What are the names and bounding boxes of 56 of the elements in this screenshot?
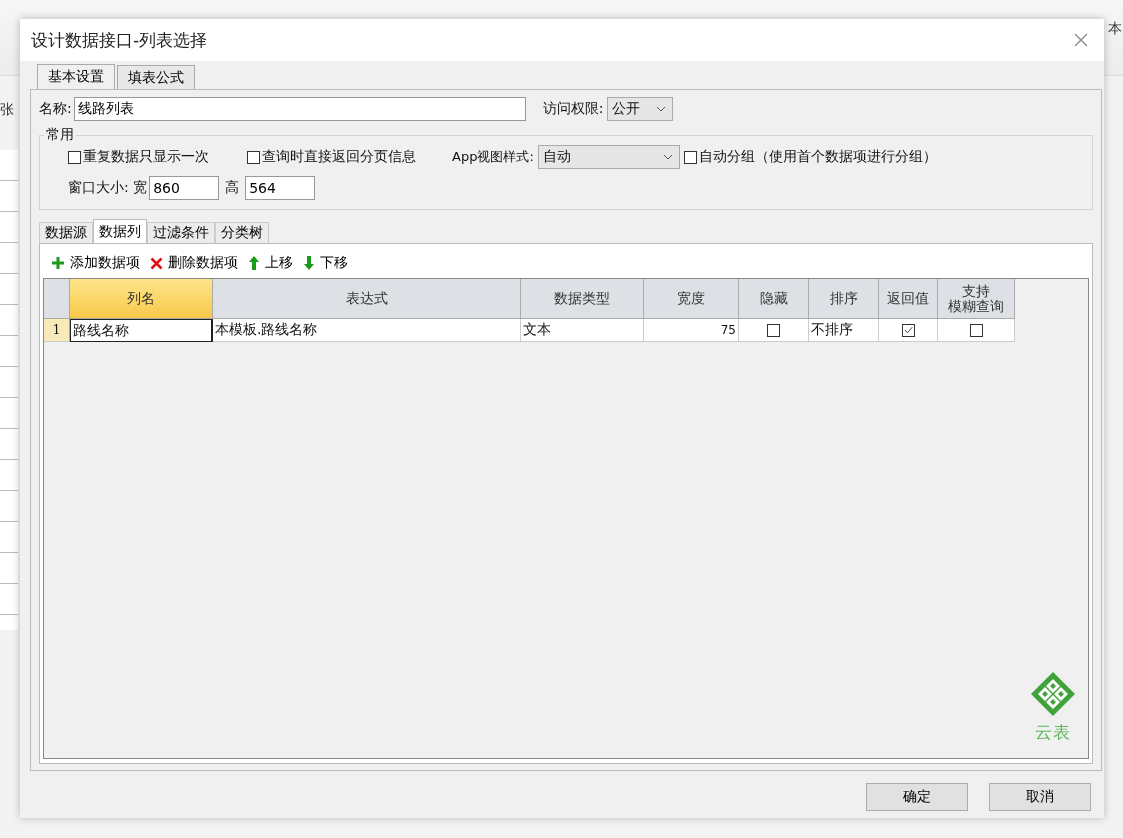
plus-icon [51,256,65,270]
column-header[interactable]: 数据类型 [521,279,644,319]
grid-corner [44,279,70,319]
checkbox[interactable] [901,323,915,337]
background-label: 本 [1108,20,1122,38]
field-label: App视图样式: [452,148,534,166]
column-header[interactable]: 列名 [70,279,213,319]
checkbox[interactable] [767,323,780,337]
height-field[interactable]: 564 [245,176,316,200]
toolbar-button[interactable]: 添加数据项 [51,254,140,272]
toolbar-button[interactable]: 下移 [303,254,348,272]
group-title: 常用 [45,126,75,144]
width-field[interactable]: 860 [149,176,220,200]
field-label: 名称: [39,100,72,118]
table-cell[interactable]: 路线名称 [70,319,213,342]
tab[interactable]: 填表公式 [117,65,195,89]
column-header[interactable]: 返回值 [879,279,938,319]
toolbar-button[interactable]: 上移 [248,254,293,272]
column-header[interactable]: 隐藏 [739,279,809,319]
tab[interactable]: 分类树 [215,222,269,243]
up-arrow-icon [248,255,260,271]
toolbar-button[interactable]: 删除数据项 [150,254,238,272]
down-arrow-icon [303,255,315,271]
logo-icon [1030,671,1076,717]
tab[interactable]: 过滤条件 [147,222,215,243]
chevron-down-icon [656,106,667,112]
checkbox[interactable]: 查询时直接返回分页信息 [247,148,416,166]
close-icon[interactable] [1074,33,1088,47]
tab[interactable]: 数据源 [39,222,93,243]
chevron-down-icon [662,154,673,160]
table-cell[interactable]: 75 [644,319,739,342]
view-style-dropdown[interactable]: 自动 [537,145,680,169]
checkbox[interactable]: 重复数据只显示一次 [68,148,209,166]
column-header[interactable]: 表达式 [213,279,521,319]
column-header[interactable]: 排序 [809,279,879,319]
field-label: 高 [225,179,240,197]
window-title: 设计数据接口-列表选择 [31,28,208,52]
column-header[interactable]: 支持 模糊查询 [938,279,1015,319]
name-field[interactable]: 线路列表 [73,97,526,121]
checkbox[interactable]: 自动分组（使用首个数据项进行分组） [683,148,937,166]
tab[interactable]: 数据列 [93,219,147,243]
table-cell[interactable]: 不排序 [809,319,879,342]
table-cell[interactable]: 本模板.路线名称 [213,319,521,342]
checkbox[interactable] [969,323,983,337]
logo-text: 云表 [1035,721,1071,744]
access-dropdown[interactable]: 公开 [607,97,674,121]
field-label: 窗口大小: 宽 [68,179,148,197]
background-label: 张 [0,101,14,119]
dialog-button[interactable]: 确定 [866,783,968,811]
dialog-button[interactable]: 取消 [989,783,1091,811]
tab[interactable]: 基本设置 [37,64,115,89]
table-cell[interactable]: 文本 [521,319,644,342]
row-number: 1 [44,319,70,342]
cross-icon [150,256,163,270]
field-label: 访问权限: [542,100,604,118]
column-header[interactable]: 宽度 [644,279,739,319]
